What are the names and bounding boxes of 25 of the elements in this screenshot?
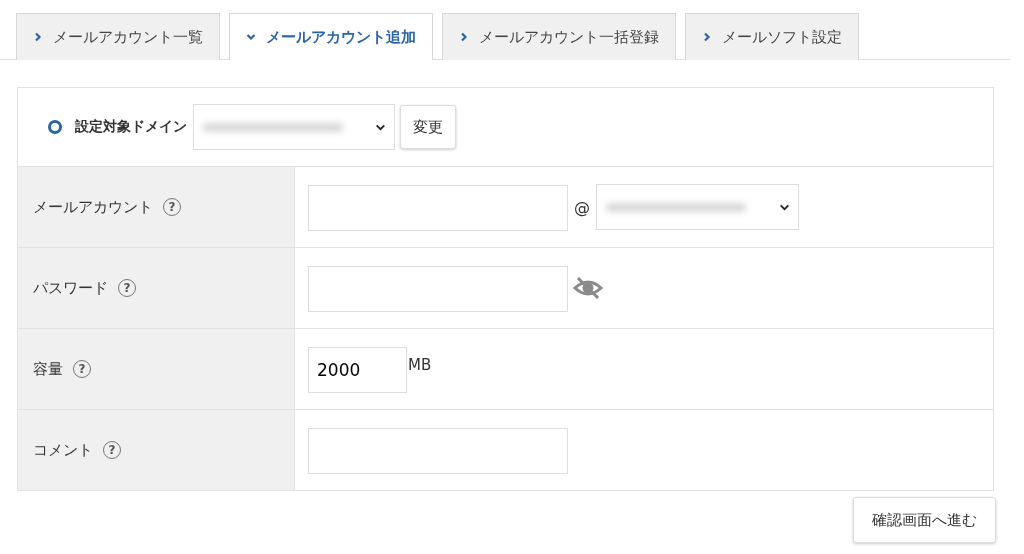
comment-field[interactable] — [308, 428, 568, 474]
quota-field[interactable]: 2000 — [308, 347, 407, 393]
chevron-icon — [33, 32, 43, 42]
tab[interactable]: メールアカウント追加 — [229, 13, 433, 60]
unit-label: MB — [408, 356, 432, 374]
radio-icon — [47, 119, 63, 135]
chevron-icon — [459, 32, 469, 42]
tab[interactable]: メールアカウント一括登録 — [442, 13, 676, 60]
chevron-icon — [246, 32, 256, 42]
chevron-icon — [702, 32, 712, 42]
field-label: コメント — [33, 440, 93, 460]
domain-label: 設定対象ドメイン — [75, 118, 187, 136]
change-button[interactable]: 変更 — [400, 105, 456, 149]
tab[interactable]: メールソフト設定 — [685, 13, 859, 60]
tab[interactable]: メールアカウント一覧 — [16, 13, 220, 60]
input-field[interactable] — [308, 185, 568, 231]
field-label: パスワード — [33, 278, 108, 298]
submit-button[interactable]: 確認画面へ進む — [853, 497, 996, 543]
field-label: 容量 — [33, 359, 63, 379]
eye-slash-icon[interactable] — [572, 276, 604, 300]
field-label: メールアカウント — [33, 197, 153, 217]
domain-select[interactable] — [596, 184, 799, 230]
password-field[interactable] — [308, 266, 568, 312]
domain-select[interactable] — [193, 104, 395, 150]
at-sign: @ — [574, 197, 590, 217]
